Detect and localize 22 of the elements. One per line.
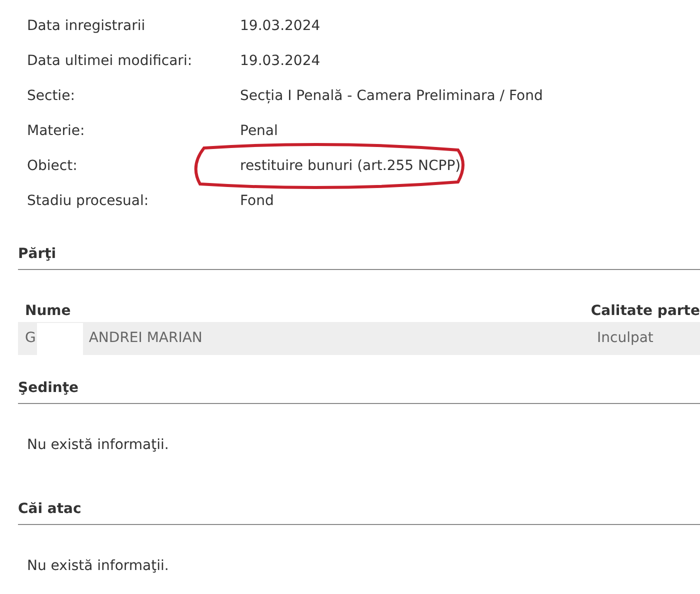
table-cell-text: ANDREI MARIAN [88, 329, 202, 348]
field-value: 19.03.2024 [240, 18, 320, 34]
table-cell-text: Inculpat [597, 329, 654, 348]
field-label: Stadiu procesual: [27, 193, 149, 209]
section-heading: Şedinţe [18, 380, 79, 396]
column-header: Nume [25, 302, 71, 318]
field-value: Penal [240, 123, 278, 139]
field-label: Obiect: [27, 158, 78, 174]
field-label: Data inregistrarii [27, 18, 146, 34]
field-value: Secția I Penală - Camera Preliminara / Fond [240, 88, 543, 104]
info-message: Nu există informaţii. [27, 558, 169, 574]
field-label: Data ultimei modificari: [27, 53, 192, 69]
field-label: Materie: [27, 123, 85, 139]
table-cell-text: G [25, 329, 36, 348]
field-label: Sectie: [27, 88, 75, 104]
field-value: 19.03.2024 [240, 53, 320, 69]
section-heading: Căi atac [18, 501, 82, 517]
info-message: Nu există informaţii. [27, 437, 169, 453]
field-value: Fond [240, 193, 274, 209]
section-heading: Părţi [18, 246, 56, 262]
field-value: restituire bunuri (art.255 NCPP) [240, 158, 461, 174]
column-header: Calitate parte [590, 302, 700, 320]
